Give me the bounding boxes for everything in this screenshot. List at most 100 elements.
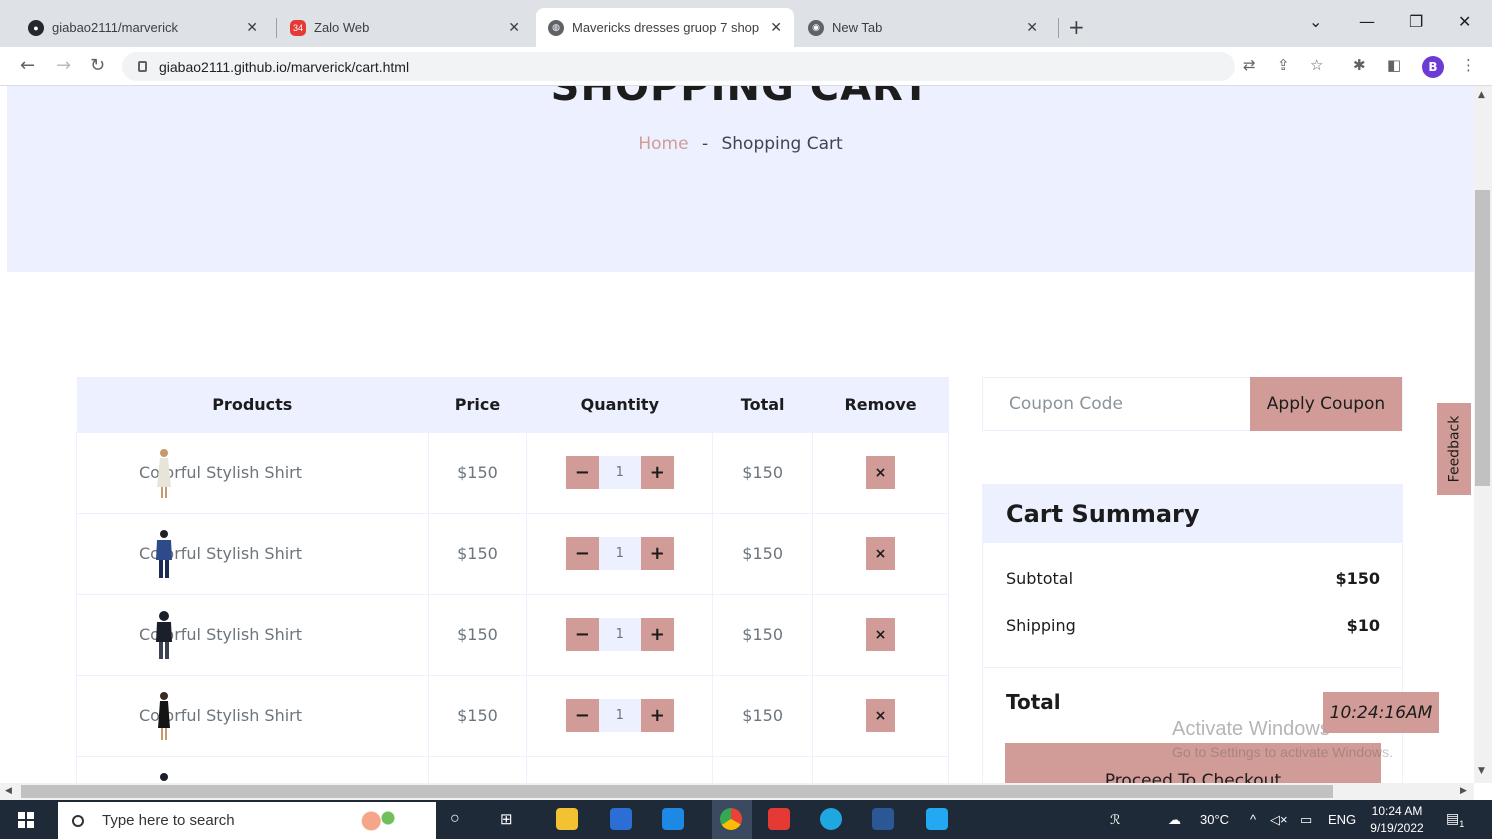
plus-button[interactable]: + <box>640 537 674 570</box>
cart-table: Products Price Quantity Total Remove Col… <box>76 377 949 783</box>
breadcrumb-home-link[interactable]: Home <box>638 134 688 154</box>
globe-icon: ◍ <box>548 19 564 36</box>
new-tab-button[interactable]: + <box>1068 15 1085 39</box>
bookmark-star-icon[interactable]: ☆ <box>1310 56 1323 74</box>
page-header: SHOPPING CART Home - Shopping Cart <box>7 86 1474 272</box>
quantity-input[interactable]: 1 <box>598 537 641 570</box>
plus-button[interactable]: + <box>640 618 674 651</box>
notification-icon[interactable]: ▤1 <box>1446 810 1464 829</box>
taskbar-date: 9/19/2022 <box>1370 821 1424 835</box>
url-text: giabao2111.github.io/marverick/cart.html <box>159 58 410 75</box>
scroll-up-icon[interactable]: ▲ <box>1478 90 1485 100</box>
address-bar[interactable]: giabao2111.github.io/marverick/cart.html <box>122 52 1235 81</box>
vscode-icon[interactable] <box>926 808 948 830</box>
forward-icon[interactable]: → <box>56 55 71 76</box>
scroll-down-icon[interactable]: ▼ <box>1478 766 1485 776</box>
mail-icon[interactable] <box>662 808 684 830</box>
restore-icon[interactable]: ❐ <box>1409 12 1423 31</box>
activate-windows-subtext: Go to Settings to activate Windows. <box>1172 744 1393 760</box>
price-cell: $150 <box>427 593 528 676</box>
horizontal-scroll-thumb[interactable] <box>21 785 1333 798</box>
minus-button[interactable]: − <box>565 699 599 732</box>
quantity-input[interactable]: 1 <box>598 699 641 732</box>
breadcrumb-current: Shopping Cart <box>721 134 843 154</box>
chrome-taskbar-icon[interactable] <box>720 808 742 830</box>
word-icon[interactable] <box>872 808 894 830</box>
notification-count: 1 <box>1459 818 1465 829</box>
edge-icon[interactable] <box>820 808 842 830</box>
back-icon[interactable]: ← <box>20 55 35 76</box>
coupon-form: Coupon Code Apply Coupon <box>982 377 1403 431</box>
tab-github[interactable]: ● giabao2111/marverick ✕ <box>16 8 270 47</box>
scroll-right-icon[interactable]: ▶ <box>1460 786 1467 796</box>
language-indicator[interactable]: ENG <box>1328 812 1356 827</box>
apply-coupon-button[interactable]: Apply Coupon <box>1250 377 1402 431</box>
tab-title: New Tab <box>832 20 883 35</box>
network-icon[interactable]: ▭ <box>1300 812 1312 828</box>
minimize-icon[interactable]: — <box>1359 12 1375 31</box>
translate-icon[interactable]: ⇄ <box>1243 56 1256 74</box>
quantity-cell: −1 + <box>526 593 714 676</box>
remove-cell: × <box>812 674 949 757</box>
cortana-icon[interactable]: ○ <box>450 810 460 828</box>
close-icon[interactable]: ✕ <box>246 19 258 36</box>
windows-start-icon[interactable] <box>18 812 34 828</box>
cart-header-row: Products Price Quantity Total Remove <box>76 377 949 432</box>
subtotal-label: Subtotal <box>1006 569 1074 588</box>
remove-cell: × <box>812 593 949 676</box>
plus-button[interactable]: + <box>640 456 674 489</box>
browser-tab-strip: ● giabao2111/marverick ✕ 34 Zalo Web ✕ ◍… <box>0 0 1492 47</box>
remove-button[interactable]: × <box>866 537 896 570</box>
task-view-icon[interactable]: ⊞ <box>500 810 513 828</box>
volume-icon[interactable]: ◁× <box>1270 812 1288 828</box>
feedback-label: Feedback <box>1446 415 1463 483</box>
close-icon[interactable]: ✕ <box>508 19 520 36</box>
quantity-cell <box>526 755 714 783</box>
minus-button[interactable]: − <box>565 537 599 570</box>
quantity-input[interactable]: 1 <box>598 456 641 489</box>
scroll-left-icon[interactable]: ◀ <box>5 786 12 796</box>
close-icon[interactable]: ✕ <box>1026 19 1038 36</box>
extensions-icon[interactable]: ✱ <box>1353 56 1366 74</box>
store-icon[interactable] <box>610 808 632 830</box>
plus-button[interactable]: + <box>640 699 674 732</box>
remove-button[interactable]: × <box>866 618 896 651</box>
file-explorer-icon[interactable] <box>556 808 578 830</box>
feedback-tab[interactable]: Feedback <box>1437 403 1471 495</box>
garena-icon[interactable] <box>768 808 790 830</box>
side-panel-icon[interactable]: ◧ <box>1387 56 1401 74</box>
tab-mavericks[interactable]: ◍ Mavericks dresses gruop 7 shop ✕ <box>536 8 794 47</box>
remove-button[interactable]: × <box>866 699 896 732</box>
profile-avatar[interactable]: B <box>1422 56 1444 78</box>
people-icon[interactable]: ℛ <box>1110 812 1120 828</box>
weather-temperature[interactable]: 30°C <box>1200 812 1229 827</box>
shipping-value: $10 <box>1346 616 1380 635</box>
coupon-input[interactable]: Coupon Code <box>983 378 1250 430</box>
tab-search-icon[interactable]: ⌄ <box>1309 12 1322 31</box>
page-viewport: SHOPPING CART Home - Shopping Cart Produ… <box>0 86 1474 783</box>
quantity-input[interactable]: 1 <box>598 618 641 651</box>
tab-new-tab[interactable]: ◉ New Tab ✕ <box>796 8 1050 47</box>
remove-button[interactable]: × <box>866 456 896 489</box>
reload-icon[interactable]: ↻ <box>90 55 105 76</box>
menu-icon[interactable]: ⋮ <box>1461 56 1476 74</box>
quantity-stepper: −1 + <box>565 456 674 489</box>
minus-button[interactable]: − <box>565 618 599 651</box>
total-cell: $150 <box>712 674 814 757</box>
price-cell <box>427 755 528 783</box>
page-clock: 10:24:16AM <box>1323 692 1439 733</box>
price-cell: $150 <box>427 431 528 514</box>
window-close-icon[interactable]: ✕ <box>1458 12 1471 31</box>
tray-chevron-icon[interactable]: ^ <box>1250 812 1256 827</box>
total-cell: $150 <box>712 512 814 595</box>
page-title: SHOPPING CART <box>550 86 931 110</box>
close-icon[interactable]: ✕ <box>770 19 782 36</box>
share-icon[interactable]: ⇪ <box>1277 56 1290 74</box>
tab-badge: 34 <box>292 22 303 33</box>
minus-button[interactable]: − <box>565 456 599 489</box>
vertical-scroll-thumb[interactable] <box>1475 190 1490 486</box>
table-row: Colorful Stylish Shirt $150 −1 + $150 × <box>76 674 949 757</box>
total-label: Total <box>1006 690 1061 714</box>
taskbar-clock[interactable]: 10:24 AM 9/19/2022 <box>1367 803 1427 837</box>
tab-zalo[interactable]: 34 Zalo Web ✕ <box>278 8 532 47</box>
